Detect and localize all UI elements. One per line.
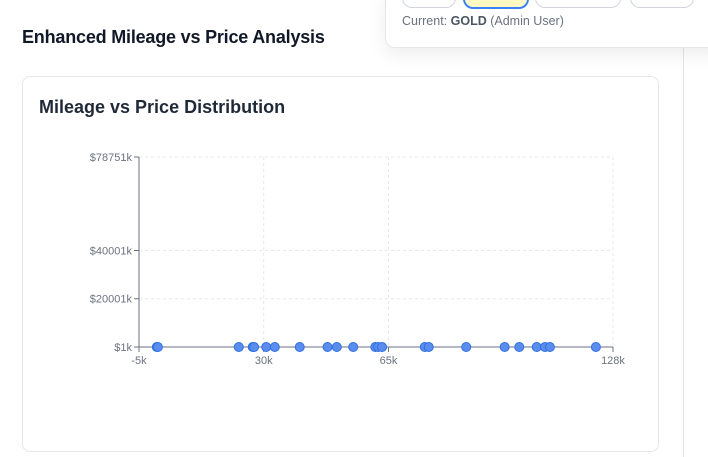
- y-tick-label: $20001k: [90, 294, 133, 306]
- data-point: [423, 342, 434, 352]
- x-tick-label: 128k: [601, 355, 625, 367]
- data-point: [544, 342, 555, 352]
- data-point: [294, 342, 305, 352]
- x-tick-label: 30k: [255, 355, 273, 367]
- data-point: [269, 342, 280, 352]
- y-tick-label: $40001k: [90, 245, 133, 257]
- data-point: [152, 342, 163, 352]
- data-point: [261, 342, 272, 352]
- data-point: [531, 342, 542, 352]
- data-point: [348, 342, 359, 352]
- data-point: [590, 342, 601, 352]
- data-point: [499, 342, 510, 352]
- data-point: [331, 342, 342, 352]
- data-point: [249, 342, 260, 352]
- x-tick-label: 65k: [380, 355, 398, 367]
- y-tick-label: $78751k: [90, 152, 133, 164]
- data-point: [514, 342, 525, 352]
- data-point: [461, 342, 472, 352]
- x-tick-label: -5k: [131, 355, 147, 367]
- y-tick-label: $1k: [114, 342, 132, 354]
- data-point: [322, 342, 333, 352]
- data-point: [233, 342, 244, 352]
- data-point: [377, 342, 388, 352]
- scatter-chart: $1k $20001k $40001k $78751k -5k 30k 65k 128k: [90, 152, 626, 367]
